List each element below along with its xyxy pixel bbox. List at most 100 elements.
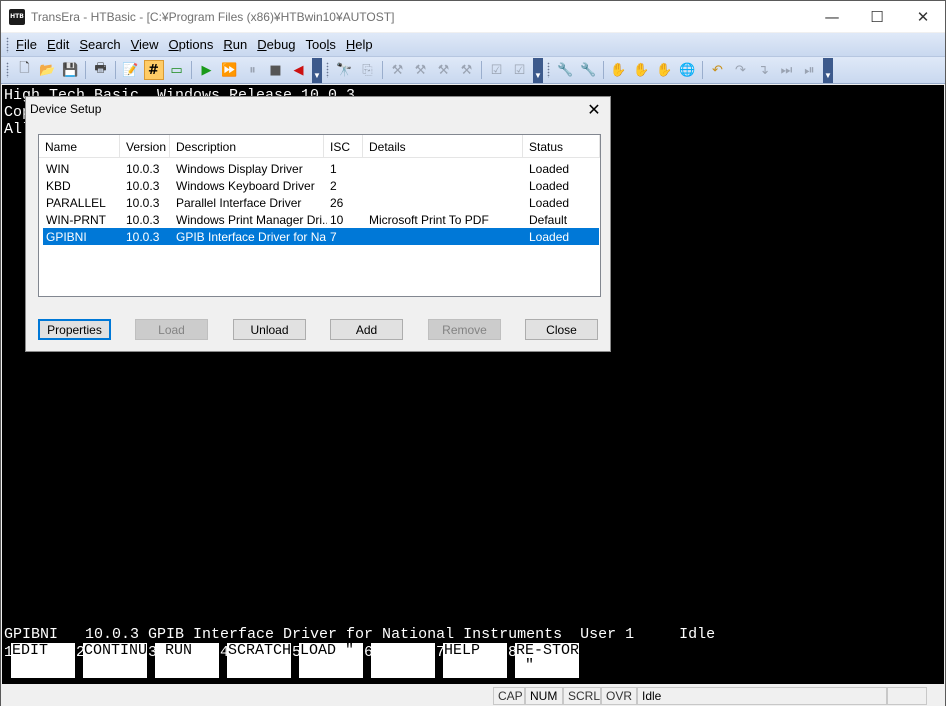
- column-header-details[interactable]: Details: [363, 135, 523, 158]
- save-icon[interactable]: 💾: [61, 60, 81, 80]
- wrench-dim-icon[interactable]: 🔧: [579, 60, 599, 80]
- device-details-cell: [366, 194, 526, 211]
- softkey-6[interactable]: [371, 643, 435, 678]
- softkey-8[interactable]: RE-STORE ": [515, 643, 579, 678]
- softkey-1[interactable]: EDIT: [11, 643, 75, 678]
- toolbar-separator: [603, 61, 604, 79]
- maximize-icon[interactable]: ☐: [854, 1, 900, 32]
- menu-grip[interactable]: [6, 36, 9, 53]
- close-button[interactable]: Close: [525, 319, 598, 340]
- toolbar-grip[interactable]: [6, 62, 9, 78]
- menu-debug[interactable]: Debug: [254, 37, 302, 52]
- column-header-description[interactable]: Description: [170, 135, 324, 158]
- menu-options[interactable]: Options: [166, 37, 221, 52]
- console-status-line: GPIBNI 10.0.3 GPIB Interface Driver for …: [4, 626, 716, 643]
- dialog-close-icon[interactable]: ✕: [584, 99, 604, 119]
- softkey-4[interactable]: SCRATCH: [227, 643, 291, 678]
- step-back-icon[interactable]: ◀: [289, 60, 309, 80]
- check-1-icon[interactable]: ☑: [487, 60, 507, 80]
- load-button[interactable]: Load: [135, 319, 208, 340]
- new-file-icon[interactable]: 🗋: [15, 60, 35, 80]
- close-window-icon[interactable]: ✕: [900, 1, 946, 32]
- menu-search[interactable]: Search: [76, 37, 127, 52]
- device-details-cell: Microsoft Print To PDF: [369, 212, 489, 227]
- tool-3-icon[interactable]: ⚒: [434, 60, 454, 80]
- device-row-parallel[interactable]: PARALLEL 10.0.3 Parallel Interface Driver 2…: [43, 194, 599, 211]
- toolbar-overflow-chevron[interactable]: ▼: [312, 57, 322, 83]
- find-icon[interactable]: 🔭: [335, 60, 355, 80]
- toolbar-grip-2[interactable]: [326, 62, 329, 78]
- softkey-7[interactable]: HELP: [443, 643, 507, 678]
- column-header-status[interactable]: Status: [523, 135, 600, 158]
- stop-icon[interactable]: ■: [266, 60, 286, 80]
- toolbar-overflow-chevron-3[interactable]: ▼: [823, 57, 833, 83]
- device-row-gpibni[interactable]: GPIBNI 10.0.3 GPIB Interface Driver for Na…: [43, 228, 599, 245]
- unload-button[interactable]: Unload: [233, 319, 306, 340]
- device-details-cell: [366, 160, 526, 177]
- remove-button[interactable]: Remove: [428, 319, 501, 340]
- device-isc-cell: 2: [330, 178, 337, 193]
- tool-2-icon[interactable]: ⚒: [411, 60, 431, 80]
- device-name-cell: PARALLEL: [46, 195, 106, 210]
- title-bar[interactable]: HTB TransEra - HTBasic - [C:¥Program Fil…: [1, 1, 945, 32]
- print-icon[interactable]: 🖶: [91, 60, 111, 80]
- step-over-icon[interactable]: ⏭: [777, 60, 797, 80]
- menu-run[interactable]: Run: [220, 37, 254, 52]
- toolbar-grip-3[interactable]: [547, 62, 550, 78]
- softkey-2[interactable]: CONTINUE: [83, 643, 147, 678]
- device-row-win-prnt[interactable]: WIN-PRNT 10.0.3 Windows Print Manager Dri.…: [43, 211, 599, 228]
- device-row-win[interactable]: WIN 10.0.3 Windows Display Driver 1 Loaded: [43, 160, 599, 177]
- device-list[interactable]: Name Version Description ISC Details Sta…: [38, 134, 601, 297]
- tool-1-icon[interactable]: ⚒: [388, 60, 408, 80]
- menu-view[interactable]: View: [128, 37, 166, 52]
- device-list-header: Name Version Description ISC Details Sta…: [39, 135, 600, 158]
- continue-icon[interactable]: ⏩: [220, 60, 240, 80]
- device-version-cell: 10.0.3: [126, 195, 160, 210]
- edit-program-icon[interactable]: 📝: [121, 60, 141, 80]
- device-row-kbd[interactable]: KBD 10.0.3 Windows Keyboard Driver 2 Loaded: [43, 177, 599, 194]
- toolbar: 🗋 📂 💾 🖶 📝 # ▭ ▶ ⏩ ⏸ ■ ◀ ▼ 🔭 ⎘ ⚒ ⚒ ⚒ ⚒ ☑ ☑ ▼ 🔧 🔧 ✋ ✋ ✋ 🌐 ↶ ↷ ↴ ⏭ ⏯ ▼: [1, 57, 945, 84]
- redo-icon[interactable]: ↷: [731, 60, 751, 80]
- softkey-5[interactable]: LOAD ": [299, 643, 363, 678]
- minimize-icon[interactable]: —: [809, 1, 855, 32]
- app-icon: HTB: [9, 8, 25, 25]
- hand-icon[interactable]: ✋: [609, 60, 629, 80]
- device-isc-cell: 7: [330, 229, 337, 244]
- status-bar: CAP NUM SCRL OVR Idle: [1, 685, 945, 706]
- properties-button[interactable]: Properties: [38, 319, 111, 340]
- globe-icon[interactable]: 🌐: [678, 60, 698, 80]
- add-button[interactable]: Add: [330, 319, 403, 340]
- toolbar-group-file-run: 🗋 📂 💾 🖶 📝 # ▭ ▶ ⏩ ⏸ ■ ◀: [13, 58, 310, 83]
- open-folder-icon[interactable]: 📂: [38, 60, 58, 80]
- hand-x-icon[interactable]: ✋: [632, 60, 652, 80]
- device-description-cell: Windows Display Driver: [176, 161, 303, 176]
- toolbar-overflow-chevron-2[interactable]: ▼: [533, 57, 543, 83]
- device-isc-cell: 10: [330, 212, 344, 227]
- device-version-cell: 10.0.3: [126, 212, 160, 227]
- device-status-cell: Loaded: [529, 229, 570, 244]
- device-details-cell: [366, 177, 526, 194]
- undo-icon[interactable]: ↶: [708, 60, 728, 80]
- app-window: HTB TransEra - HTBasic - [C:¥Program Fil…: [0, 0, 946, 706]
- menu-edit[interactable]: Edit: [44, 37, 76, 52]
- column-header-isc[interactable]: ISC: [324, 135, 363, 158]
- tool-4-icon[interactable]: ⚒: [457, 60, 477, 80]
- softkey-3[interactable]: RUN: [155, 643, 219, 678]
- column-header-version[interactable]: Version: [120, 135, 170, 158]
- console-icon[interactable]: ▭: [167, 60, 187, 80]
- check-2-icon[interactable]: ☑: [510, 60, 530, 80]
- column-header-name[interactable]: Name: [39, 135, 120, 158]
- hash-toggle-icon[interactable]: #: [143, 60, 164, 80]
- device-isc-cell: 26: [330, 195, 344, 210]
- menu-tools[interactable]: Tools: [303, 37, 343, 52]
- run-icon[interactable]: ▶: [197, 60, 217, 80]
- replace-icon[interactable]: ⎘: [358, 60, 378, 80]
- pause-icon[interactable]: ⏸: [243, 60, 263, 80]
- toolbar-separator: [191, 61, 192, 79]
- wrench-icon[interactable]: 🔧: [556, 60, 576, 80]
- menu-help[interactable]: Help: [343, 37, 380, 52]
- step-into-icon[interactable]: ↴: [754, 60, 774, 80]
- hand-2-icon[interactable]: ✋: [655, 60, 675, 80]
- step-out-icon[interactable]: ⏯: [800, 60, 820, 80]
- menu-file[interactable]: File: [13, 37, 44, 52]
